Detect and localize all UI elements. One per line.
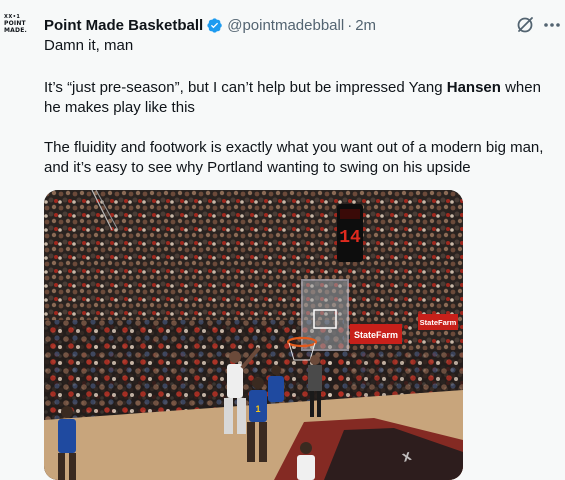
tweet-paragraph-2-start: It’s “just pre-season”, but I can’t help… — [44, 79, 447, 96]
tweet-media[interactable]: 14 StateFarm StateFarm 1 Ⅹ — [44, 190, 463, 480]
timestamp[interactable]: 2m — [355, 17, 376, 34]
verified-icon — [207, 17, 222, 33]
avatar-line-3: MADE. — [4, 27, 27, 34]
jersey-number: 1 — [255, 404, 260, 414]
ad-board-2-text: StateFarm — [420, 318, 457, 327]
author-handle[interactable]: @pointmadebball — [227, 17, 344, 34]
tweet-header: Point Made Basketball @pointmadebball · … — [44, 14, 376, 36]
author-name[interactable]: Point Made Basketball — [44, 17, 203, 34]
basketball-video-frame: 14 StateFarm StateFarm 1 Ⅹ — [44, 190, 463, 480]
avatar[interactable]: ⅩⅩ•1 POINT MADE. — [4, 14, 30, 48]
separator-dot: · — [347, 16, 353, 34]
ad-board-1-text: StateFarm — [354, 330, 398, 340]
tweet-paragraph-3: The fluidity and footwork is exactly wha… — [44, 139, 544, 176]
tweet-line-1: Damn it, man — [44, 37, 134, 54]
grok-icon[interactable] — [515, 15, 535, 35]
shot-clock-number: 14 — [339, 228, 361, 248]
tweet: ⅩⅩ•1 POINT MADE. Point Made Basketball @… — [0, 0, 565, 480]
more-icon[interactable] — [542, 16, 562, 34]
tweet-paragraph-2-bold: Hansen — [446, 79, 501, 96]
avatar-line-2: POINT — [4, 20, 26, 27]
tweet-paragraph-2: It’s “just pre-season”, but I can’t help… — [44, 78, 559, 118]
